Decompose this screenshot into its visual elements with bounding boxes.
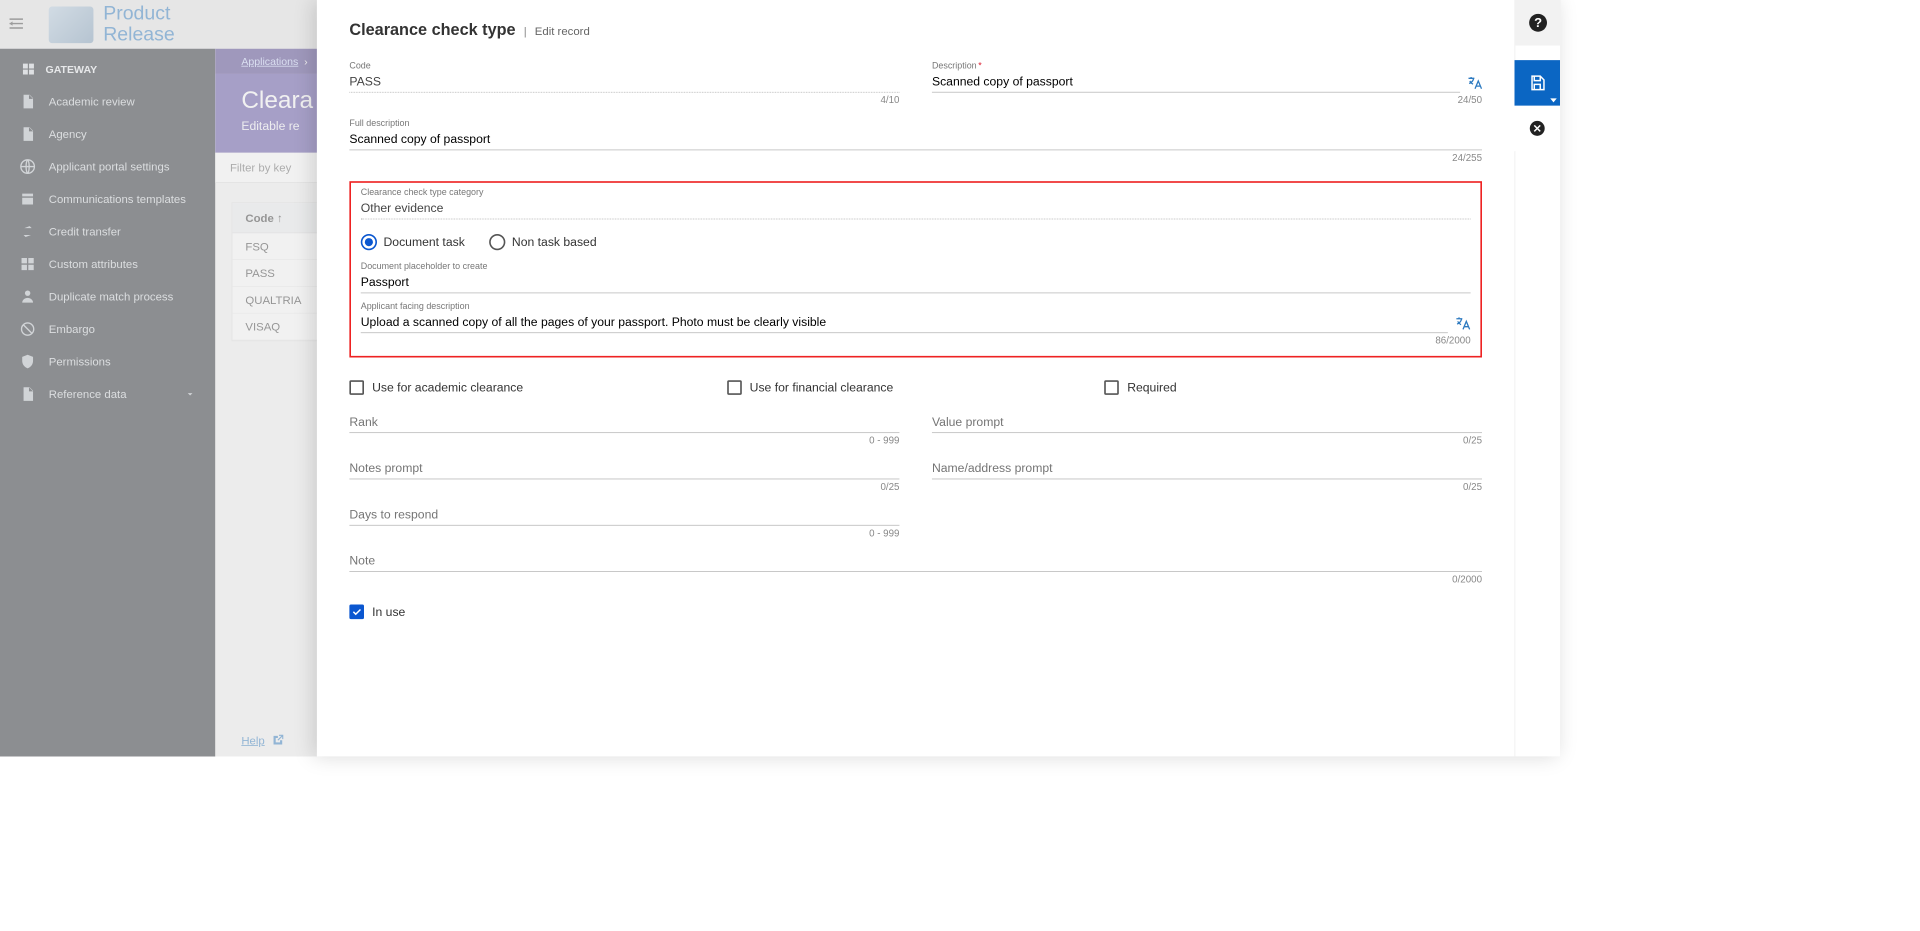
person-icon [20,288,36,304]
radio-non-task-based-label: Non task based [512,235,597,249]
cb-required[interactable]: Required [1104,380,1482,395]
brand-line2: Release [103,24,175,46]
breadcrumb-link[interactable]: Applications [241,55,298,67]
code-label: Code [349,61,899,71]
grid-icon [20,256,36,272]
doc-icon [20,93,36,109]
name-address-prompt-input[interactable] [932,459,1482,479]
radio-document-task-label: Document task [384,235,465,249]
sidebar-item-label: Applicant portal settings [49,160,170,173]
sidebar-section-title: GATEWAY [0,49,215,86]
highlighted-section: Clearance check type category Document t… [349,181,1482,357]
sidebar-item-credit-transfer[interactable]: Credit transfer [0,215,215,248]
value-prompt-helper: 0/25 [932,435,1482,446]
name-address-prompt-helper: 0/25 [932,481,1482,492]
cb-financial-clearance[interactable]: Use for financial clearance [727,380,1105,395]
doc-icon [20,126,36,142]
radio-document-task[interactable]: Document task [361,234,465,250]
full-description-label: Full description [349,119,1482,129]
block-icon [20,321,36,337]
sidebar-item-reference-data[interactable]: Reference data [0,378,215,411]
tmpl-icon [20,191,36,207]
notes-prompt-input[interactable] [349,459,899,479]
rank-input[interactable] [349,413,899,433]
sidebar-item-academic-review[interactable]: Academic review [0,85,215,118]
sidebar-item-label: Permissions [49,355,111,368]
sidebar-item-duplicate-match-process[interactable]: Duplicate match process [0,280,215,313]
swap-icon [20,223,36,239]
description-label: Description* [932,61,1482,71]
sidebar: GATEWAY Academic review Agency Applicant p… [0,49,215,757]
sidebar-item-label: Academic review [49,95,135,108]
full-description-counter: 24/255 [349,152,1482,163]
sidebar-item-label: Agency [49,128,87,141]
sidebar-item-embargo[interactable]: Embargo [0,313,215,346]
days-to-respond-helper: 0 - 999 [349,527,899,538]
value-prompt-input[interactable] [932,413,1482,433]
save-dropdown-caret-icon [1550,98,1557,102]
sidebar-item-label: Credit transfer [49,225,121,238]
panel-help-button[interactable]: ? [1515,0,1561,46]
code-counter: 4/10 [349,94,899,105]
save-icon [1528,74,1546,92]
help-icon: ? [1528,13,1548,33]
menu-toggle-button[interactable] [0,14,33,34]
cancel-button[interactable] [1515,106,1561,152]
code-input [349,72,899,92]
brand: ProductRelease [33,3,175,46]
applicant-desc-label: Applicant facing description [361,301,1471,311]
panel-mode: Edit record [535,24,590,37]
sidebar-item-permissions[interactable]: Permissions [0,345,215,378]
sidebar-item-label: Duplicate match process [49,290,174,303]
globe-icon [20,158,36,174]
category-label: Clearance check type category [361,188,1471,198]
doc-icon [20,386,36,402]
radio-non-task-based[interactable]: Non task based [489,234,596,250]
cb-academic-clearance[interactable]: Use for academic clearance [349,380,727,395]
rank-helper: 0 - 999 [349,435,899,446]
help-link[interactable]: Help [241,734,284,747]
category-input [361,199,1471,219]
sidebar-item-communications-templates[interactable]: Communications templates [0,183,215,216]
doc-placeholder-input[interactable] [361,273,1471,293]
full-description-input[interactable] [349,130,1482,150]
doc-placeholder-label: Document placeholder to create [361,262,1471,272]
sidebar-item-custom-attributes[interactable]: Custom attributes [0,248,215,281]
note-helper: 0/2000 [349,574,1482,585]
applicant-desc-input[interactable] [361,313,1448,333]
panel-title: Clearance check type [349,21,515,40]
svg-text:?: ? [1534,15,1542,30]
brand-logo [49,6,94,43]
brand-line1: Product [103,2,170,24]
translate-icon[interactable] [1466,74,1482,90]
days-to-respond-input[interactable] [349,505,899,525]
description-counter: 24/50 [932,94,1482,105]
note-input[interactable] [349,552,1482,572]
check-icon [351,606,362,617]
shield-icon [20,353,36,369]
notes-prompt-helper: 0/25 [349,481,899,492]
sidebar-item-label: Embargo [49,323,95,336]
sidebar-item-label: Custom attributes [49,258,138,271]
edit-panel: Clearance check type | Edit record Code … [317,0,1560,756]
sidebar-item-applicant-portal-settings[interactable]: Applicant portal settings [0,150,215,183]
chevron-down-icon [184,388,195,399]
sidebar-item-agency[interactable]: Agency [0,118,215,151]
panel-header: Clearance check type | Edit record [349,21,1482,40]
cancel-icon [1528,119,1546,137]
cb-in-use[interactable]: In use [349,605,1482,620]
sidebar-item-label: Reference data [49,388,127,401]
panel-action-rail [1515,60,1561,151]
sidebar-item-label: Communications templates [49,193,186,206]
translate-icon[interactable] [1455,315,1471,331]
save-button[interactable] [1515,60,1561,106]
applicant-desc-counter: 86/2000 [361,335,1471,346]
description-input[interactable] [932,72,1460,92]
